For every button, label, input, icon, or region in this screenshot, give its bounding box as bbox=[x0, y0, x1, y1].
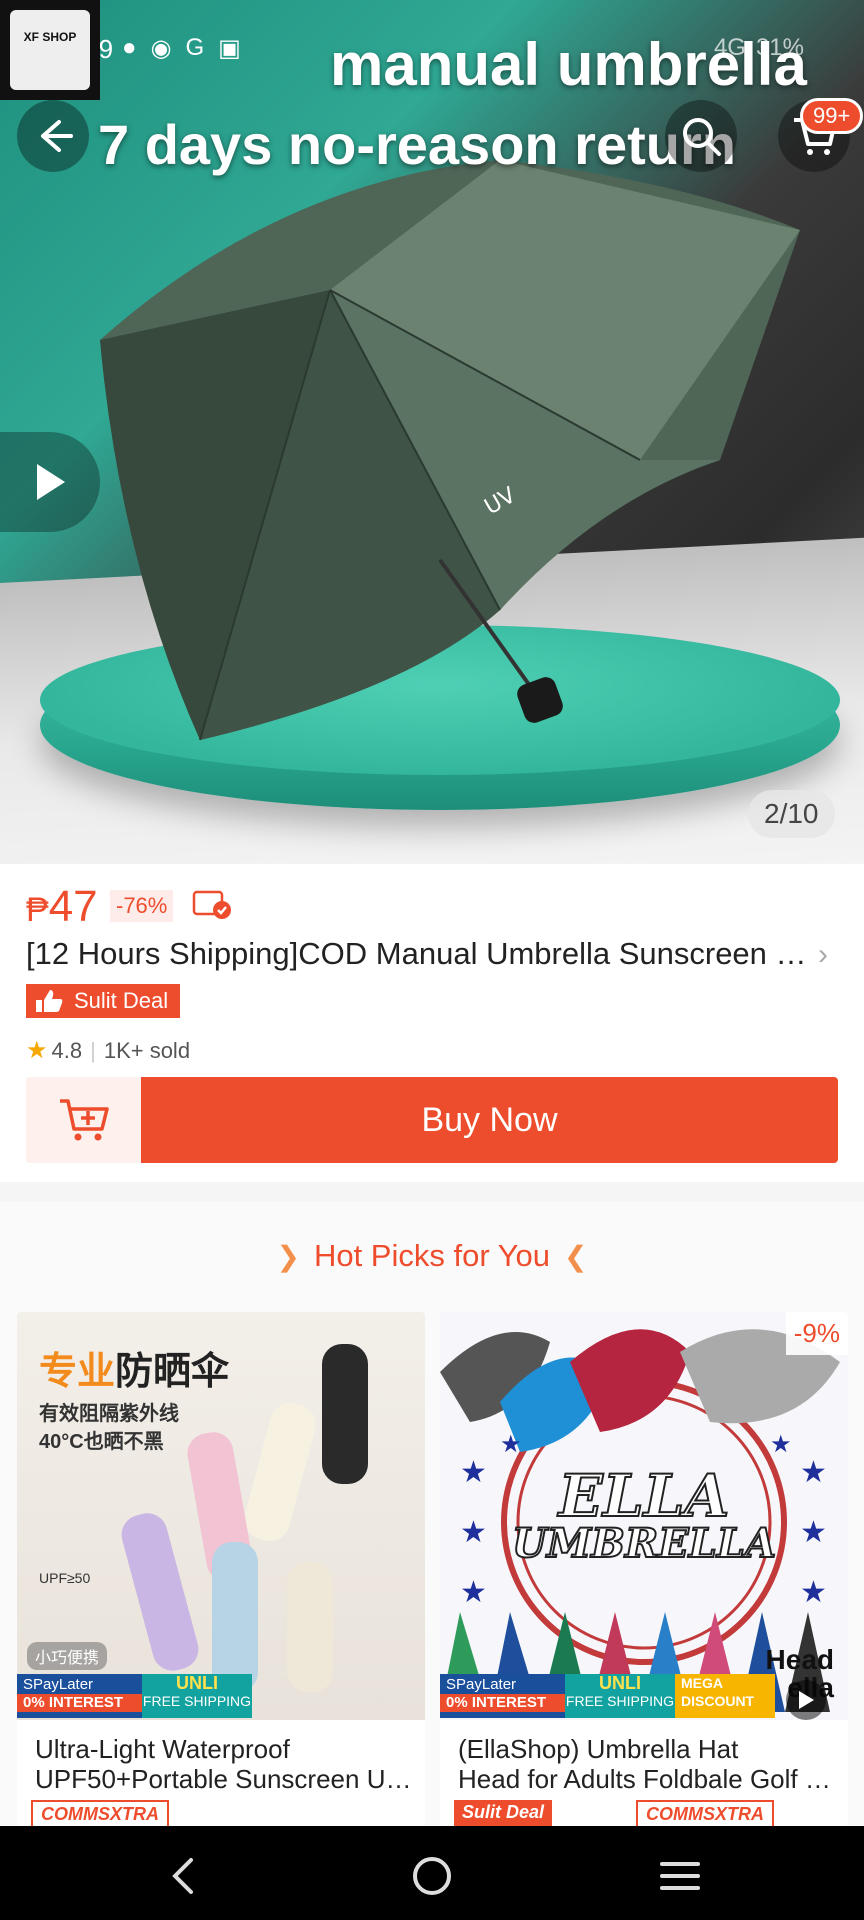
hot-picks-title: Hot Picks for You bbox=[313, 1238, 551, 1273]
mega-discount-badge: MEGA DISCOUNT bbox=[675, 1674, 775, 1718]
nav-menu-button[interactable] bbox=[650, 1846, 710, 1906]
left-deco-icon: ❯ bbox=[276, 1241, 300, 1272]
commsxtra-tag: COMMSXTRA bbox=[636, 1800, 774, 1826]
currency-symbol: ₱ bbox=[26, 891, 49, 929]
battery-level: 31% bbox=[755, 34, 804, 61]
product-title[interactable]: [12 Hours Shipping]COD Manual Umbrella S… bbox=[26, 936, 826, 972]
search-button[interactable] bbox=[665, 100, 737, 172]
play-icon bbox=[37, 464, 65, 500]
notification-icons: ● ◉ G ▣ bbox=[122, 34, 241, 63]
rating-divider: | bbox=[90, 1037, 96, 1063]
spaylater-badge: SPayLater 0% INTEREST bbox=[17, 1674, 142, 1718]
back-button[interactable] bbox=[17, 100, 89, 172]
status-right: 4G 31% bbox=[714, 34, 804, 62]
thumbs-up-icon bbox=[36, 990, 63, 1012]
back-arrow-icon bbox=[41, 120, 73, 152]
sold-count: 1K+ sold bbox=[103, 1037, 191, 1063]
message-icon: ● bbox=[122, 34, 137, 61]
spaylater-badge: SPayLater 0% INTEREST bbox=[440, 1674, 565, 1718]
hot-picks-section: ❯ Hot Picks for You ❮ 专业防晒伞 有效阻隔紫外线 40°C也晒不… bbox=[0, 1202, 864, 1826]
sulit-deal-tag: Sulit Deal bbox=[454, 1800, 553, 1826]
hero-overlay-subtitle: 7 days no-reason return bbox=[98, 113, 736, 176]
promo-strip: SPayLater 0% INTEREST UNLI FREE SHIPPING M… bbox=[440, 1674, 848, 1718]
promo-strip: SPayLater 0% INTEREST UNLI FREE SHIPPING bbox=[17, 1674, 425, 1718]
right-deco-icon: ❮ bbox=[564, 1241, 588, 1272]
nav-back-button[interactable] bbox=[152, 1846, 212, 1906]
product-card-name: Ultra-Light Waterproof UPF50+Portable Su… bbox=[35, 1734, 415, 1794]
price-value: 47 bbox=[48, 882, 98, 931]
hot-picks-header: ❯ Hot Picks for You ❮ bbox=[0, 1238, 864, 1274]
umbrella-illustration: UV bbox=[100, 160, 800, 741]
nav-back-icon bbox=[172, 1858, 193, 1894]
status-bar: 11:39 ● ◉ G ▣ 4G 31% bbox=[0, 0, 864, 100]
google-icon: G bbox=[185, 34, 205, 61]
product-card-image: ★★ ★★ ★★ ★★ ELLA UMBRELLA Headella bbox=[440, 1312, 848, 1720]
sulit-deal-badge: Sulit Deal bbox=[26, 984, 181, 1018]
nav-home-button[interactable] bbox=[402, 1846, 462, 1906]
nav-menu-icon bbox=[660, 1862, 700, 1890]
commsxtra-tag: COMMSXTRA bbox=[31, 1800, 169, 1826]
system-nav-bar bbox=[0, 1826, 864, 1920]
shop-badge-label: XF SHOP bbox=[10, 10, 90, 90]
svg-text:★: ★ bbox=[500, 1431, 522, 1458]
add-to-cart-icon bbox=[60, 1099, 109, 1141]
chevron-right-icon[interactable]: › bbox=[818, 938, 828, 972]
unli-shipping-badge: UNLI FREE SHIPPING bbox=[565, 1674, 675, 1718]
signal-icon: 4G bbox=[713, 34, 746, 61]
voucher-icon bbox=[192, 890, 231, 919]
svg-text:★: ★ bbox=[770, 1431, 792, 1458]
browser-icon: ◉ bbox=[150, 35, 172, 62]
sulit-deal-label: Sulit Deal bbox=[74, 988, 169, 1013]
unli-shipping-badge: UNLI FREE SHIPPING bbox=[142, 1674, 252, 1718]
search-icon bbox=[683, 118, 721, 156]
discount-badge: -76% bbox=[110, 890, 174, 922]
product-card-image: 专业防晒伞 有效阻隔紫外线 40°C也晒不黑 UPF≥50 小巧便携 bbox=[17, 1312, 425, 1720]
star-icon: ★ bbox=[26, 1037, 48, 1064]
rating-value: 4.8 bbox=[51, 1037, 83, 1063]
product-price: ₱47 bbox=[26, 882, 98, 932]
card-discount-badge: -9% bbox=[785, 1312, 848, 1355]
play-video-button[interactable] bbox=[0, 432, 100, 532]
product-info: ₱47 -76% [12 Hours Shipping]COD Manual U… bbox=[0, 864, 864, 1182]
svg-text:★: ★ bbox=[800, 1576, 827, 1609]
cart-count-badge: 99+ bbox=[800, 98, 864, 134]
upf-label: UPF≥50 bbox=[39, 1570, 91, 1586]
nav-home-icon bbox=[413, 1857, 451, 1895]
add-to-cart-button[interactable] bbox=[26, 1077, 142, 1163]
product-card[interactable]: 专业防晒伞 有效阻隔紫外线 40°C也晒不黑 UPF≥50 小巧便携 SPayLa… bbox=[17, 1312, 425, 1826]
svg-text:★: ★ bbox=[460, 1576, 487, 1609]
product-rating: ★ 4.8 | 1K+ sold bbox=[26, 1036, 190, 1065]
ella-brand-subtitle: UMBRELLA bbox=[511, 1519, 777, 1568]
calendar-icon: ▣ bbox=[218, 35, 241, 62]
image-counter: 2/10 bbox=[748, 790, 835, 838]
product-card-name: (EllaShop) Umbrella Hat Head for Adults … bbox=[458, 1734, 838, 1794]
portable-tag: 小巧便携 bbox=[27, 1642, 108, 1670]
buy-now-button[interactable]: Buy Now bbox=[141, 1077, 838, 1163]
mini-umbrellas-illustration bbox=[121, 1344, 368, 1692]
product-card[interactable]: ★★ ★★ ★★ ★★ ELLA UMBRELLA Headella -9% S… bbox=[440, 1312, 848, 1826]
shop-badge: XF SHOP bbox=[0, 0, 100, 100]
